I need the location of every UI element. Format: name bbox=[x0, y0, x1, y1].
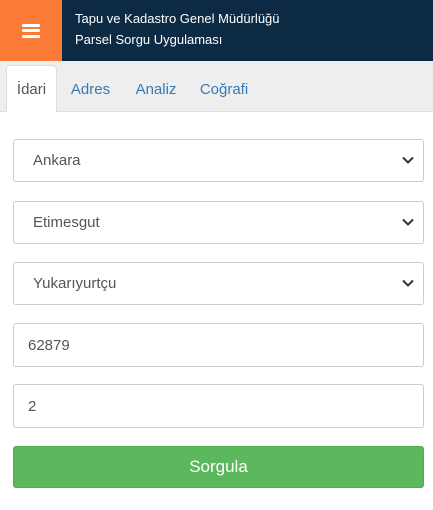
hamburger-menu-icon bbox=[22, 23, 40, 38]
parcel-number-input[interactable]: 2 bbox=[13, 384, 424, 428]
province-select[interactable]: Ankara bbox=[13, 139, 424, 182]
header-title-line1: Tapu ve Kadastro Genel Müdürlüğü bbox=[75, 11, 280, 26]
tab-cografi[interactable]: Coğrafi bbox=[192, 65, 256, 112]
app-header: Tapu ve Kadastro Genel Müdürlüğü Parsel … bbox=[0, 0, 433, 61]
block-number-value: 62879 bbox=[28, 336, 70, 354]
tab-analiz[interactable]: Analiz bbox=[128, 65, 184, 112]
parcel-number-value: 2 bbox=[28, 397, 37, 415]
menu-button[interactable] bbox=[0, 0, 62, 61]
header-title-line2: Parsel Sorgu Uygulaması bbox=[75, 32, 223, 47]
province-value: Ankara bbox=[33, 152, 81, 169]
chevron-down-icon bbox=[402, 156, 414, 164]
chevron-down-icon bbox=[402, 279, 414, 287]
district-select[interactable]: Etimesgut bbox=[13, 201, 424, 244]
app-root: Tapu ve Kadastro Genel Müdürlüğü Parsel … bbox=[0, 0, 433, 510]
neighborhood-select[interactable]: Yukarıyurtçu bbox=[13, 262, 424, 305]
chevron-down-icon bbox=[402, 218, 414, 226]
tab-bar: İdari Adres Analiz Coğrafi bbox=[0, 61, 433, 113]
neighborhood-value: Yukarıyurtçu bbox=[33, 275, 117, 292]
header-title: Tapu ve Kadastro Genel Müdürlüğü Parsel … bbox=[75, 8, 280, 50]
tab-adres[interactable]: Adres bbox=[63, 65, 118, 112]
district-value: Etimesgut bbox=[33, 214, 100, 231]
tab-idari[interactable]: İdari bbox=[6, 65, 57, 113]
sorgula-button[interactable]: Sorgula bbox=[13, 446, 424, 488]
block-number-input[interactable]: 62879 bbox=[13, 323, 424, 367]
